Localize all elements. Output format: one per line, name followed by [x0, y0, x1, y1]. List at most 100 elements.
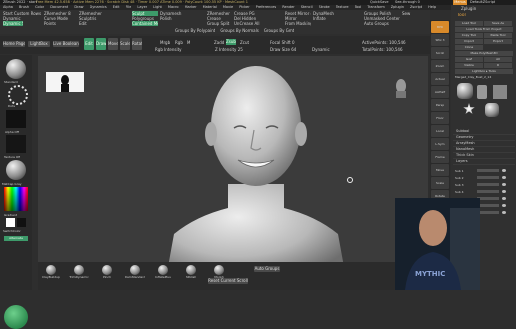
tool-section-header[interactable]: Layers — [453, 159, 515, 165]
tool-thumbnail[interactable] — [477, 85, 487, 99]
tool-panel-button[interactable]: Visible — [455, 63, 483, 68]
tool-panel-button[interactable]: Copy Tool — [455, 33, 483, 38]
eye-icon[interactable] — [502, 197, 506, 200]
brush-slot[interactable]: InflatePlus — [154, 265, 172, 279]
brush-slot[interactable]: DamStandard — [125, 265, 145, 279]
layer-row[interactable]: Sub 1 — [455, 167, 513, 174]
auto-groups-button[interactable]: Auto Groups — [254, 266, 280, 272]
layer-slider[interactable] — [477, 211, 499, 214]
shelf-item[interactable]: Group Split — [207, 21, 233, 26]
tool-panel-button[interactable]: Import — [455, 39, 483, 44]
right-tool-button[interactable]: Scale — [431, 177, 449, 189]
shelf-item[interactable]: Dynamic Sub... — [3, 21, 23, 26]
layer-slider[interactable] — [477, 176, 499, 179]
rotate-button[interactable]: Rotate — [132, 38, 142, 50]
lightbox-button[interactable]: LightBox — [28, 41, 50, 47]
home-page-button[interactable]: Home Page — [3, 41, 25, 47]
tool-panel-button[interactable]: R — [484, 63, 512, 68]
navigation-head-gizmo[interactable] — [394, 78, 408, 98]
right-tool-button[interactable]: L.Sym — [431, 138, 449, 150]
scale-button[interactable]: Scale — [120, 38, 130, 50]
right-tool-button[interactable]: Actual — [431, 73, 449, 85]
edit-button[interactable]: Edit — [84, 38, 94, 50]
right-tool-button[interactable]: Local — [431, 125, 449, 137]
tool-panel-button[interactable]: Paste Tool — [484, 33, 512, 38]
layer-slider[interactable] — [477, 183, 499, 186]
reset-current-button[interactable]: Reset Current Scroll — [208, 278, 248, 284]
live-boolean-button[interactable]: Live Boolean — [53, 41, 79, 47]
right-tool-button[interactable]: Frame — [431, 151, 449, 163]
tool-panel-button[interactable]: Clone — [455, 45, 483, 50]
eye-icon[interactable] — [502, 176, 506, 179]
main-color-swatch[interactable] — [6, 218, 15, 227]
focal-shift-slider[interactable]: Focal Shift 0 — [270, 40, 295, 45]
z-intensity-slider[interactable]: Z Intensity 25 — [215, 47, 243, 52]
shelf-item[interactable]: Edit — [79, 21, 105, 26]
tool-panel-button[interactable]: GoZ — [455, 57, 483, 62]
shelf-item[interactable]: Contained Mesh — [132, 21, 158, 26]
shelf-item[interactable]: UnCrease All — [234, 21, 260, 26]
layer-slider[interactable] — [477, 197, 499, 200]
brush-slot[interactable]: Morph — [210, 265, 228, 279]
draw-size-slider[interactable]: Draw Size 64 — [270, 47, 296, 52]
matcap-material-thumbnail[interactable] — [6, 160, 26, 180]
zplugin-header[interactable]: Zplugin — [461, 6, 476, 11]
mrgb-button[interactable]: Mrgb — [160, 40, 170, 45]
brush-slot[interactable]: hPolish — [182, 265, 200, 279]
layer-slider[interactable] — [477, 169, 499, 172]
rgb-intensity-slider[interactable]: Rgb Intensity — [155, 47, 182, 52]
eye-icon[interactable] — [502, 190, 506, 193]
texture-off-thumbnail[interactable] — [6, 135, 26, 153]
tool-thumbnail[interactable] — [463, 103, 475, 114]
layer-row[interactable]: Sub 3 — [455, 181, 513, 188]
right-tool-button[interactable]: Move — [431, 164, 449, 176]
shelf-item[interactable]: Inflate — [313, 16, 337, 21]
tool-panel-button[interactable]: Lightbox ▸ Tools — [455, 69, 513, 74]
shelf-item[interactable]: Groups By Polypaint — [175, 28, 215, 33]
rgb-button[interactable]: Rgb — [175, 40, 183, 45]
shelf-item[interactable]: Groups By Gmt — [264, 28, 294, 33]
right-tool-button[interactable]: Scroll — [431, 47, 449, 59]
eye-icon[interactable] — [502, 169, 506, 172]
shelf-item[interactable]: Sew — [402, 11, 426, 16]
tool-thumbnail[interactable] — [485, 103, 499, 117]
alternate-button[interactable]: Alternate — [4, 236, 28, 241]
m-button[interactable]: M — [187, 40, 190, 45]
right-tool-button[interactable]: SPix 3 — [431, 34, 449, 46]
shelf-item[interactable]: Groups By Normals — [220, 28, 258, 33]
color-picker[interactable] — [4, 187, 28, 211]
layer-slider[interactable] — [477, 190, 499, 193]
right-tool-button[interactable]: Zoom — [431, 60, 449, 72]
shelf-item[interactable]: From Masking — [285, 21, 311, 26]
layer-row[interactable]: Sub 2 — [455, 174, 513, 181]
right-tool-button[interactable]: AAHalf — [431, 86, 449, 98]
tool-header[interactable]: Tool — [457, 13, 466, 18]
shelf-item[interactable]: Points — [44, 21, 72, 26]
tool-panel-button[interactable]: Export — [484, 39, 512, 44]
right-tool-button[interactable]: Floor — [431, 112, 449, 124]
draw-button[interactable]: Draw — [96, 38, 106, 50]
shelf-item[interactable]: Auto Groups — [364, 21, 400, 26]
tool-thumbnail[interactable] — [457, 83, 473, 99]
right-tool-button[interactable]: BPR — [431, 21, 449, 33]
sculpted-head-model[interactable] — [156, 56, 356, 278]
shelf-item[interactable]: Polish — [160, 16, 184, 21]
layer-row[interactable]: Sub 4 — [455, 188, 513, 195]
tool-panel-button[interactable]: All — [484, 57, 512, 62]
tool-panel-button[interactable]: Make PolyMesh3D — [455, 51, 513, 56]
move-button[interactable]: Move — [108, 38, 118, 50]
alpha-off-thumbnail[interactable] — [6, 110, 26, 128]
tool-panel-button[interactable]: Load Tools From Project — [455, 27, 513, 32]
brush-slot[interactable]: ClayBuildup — [42, 265, 60, 279]
right-tool-button[interactable]: Persp — [431, 99, 449, 111]
brush-slot[interactable]: Pinch — [98, 265, 116, 279]
zsub-button[interactable]: Zsub — [226, 39, 236, 45]
green-sphere-thumbnail[interactable] — [4, 305, 28, 329]
canvas[interactable] — [38, 56, 428, 278]
dynamic-toggle[interactable]: Dynamic — [312, 47, 330, 52]
eye-icon[interactable] — [502, 204, 506, 207]
switchcolor-button[interactable]: SwitchColor — [3, 229, 21, 233]
layer-slider[interactable] — [477, 204, 499, 207]
eye-icon[interactable] — [502, 211, 506, 214]
brush-slot[interactable]: TrimDynamic — [69, 265, 89, 279]
